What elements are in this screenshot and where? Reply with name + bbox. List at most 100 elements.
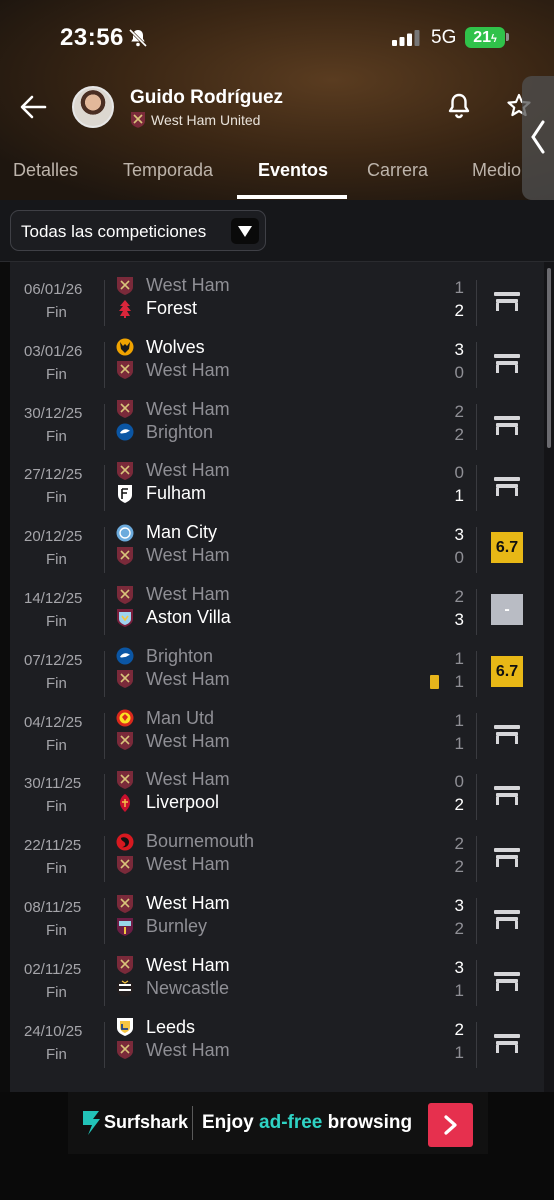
rating-divider: [476, 465, 477, 512]
home-score: 3: [454, 957, 464, 977]
match-status: Fin: [46, 304, 67, 321]
tab-eventos[interactable]: Eventos: [258, 160, 328, 181]
match-date: 14/12/25: [24, 590, 83, 607]
row-divider: [104, 527, 105, 574]
match-row[interactable]: 14/12/25 Fin West Ham Aston Villa 2 3 -: [10, 579, 544, 641]
home-team: Leeds: [116, 1017, 195, 1038]
ad-copy: Enjoy ad-free browsing: [202, 1112, 412, 1134]
row-divider: [104, 712, 105, 759]
match-row[interactable]: 20/12/25 Fin Man City West Ham 3 0 6.7: [10, 517, 544, 579]
home-team-name: West Ham: [146, 584, 230, 604]
match-row[interactable]: 22/11/25 Fin Bournemouth West Ham 2 2: [10, 826, 544, 888]
bell-off-icon: [128, 28, 148, 48]
rating-divider: [476, 898, 477, 944]
match-row[interactable]: 08/11/25 Fin West Ham Burnley 3 2: [10, 888, 544, 950]
west-ham-crest-icon: [117, 732, 133, 751]
brighton-crest-icon: [116, 647, 134, 665]
match-date: 04/12/25: [24, 713, 83, 731]
west-ham-crest-icon: [117, 855, 133, 874]
west-ham-crest-icon: [117, 1041, 133, 1060]
ad-cta-button[interactable]: [428, 1103, 473, 1147]
row-divider: [104, 403, 105, 450]
bench-icon: [494, 848, 520, 868]
match-row[interactable]: 30/11/25 Fin West Ham Liverpool 0 2: [10, 764, 544, 826]
away-score: 2: [454, 301, 464, 320]
list-scrollbar[interactable]: [544, 262, 554, 1092]
away-team: West Ham: [116, 545, 230, 566]
tab-medio[interactable]: Medio: [472, 160, 521, 181]
match-row[interactable]: 27/12/25 Fin West Ham Fulham 0 1: [10, 455, 544, 517]
home-team-name: West Ham: [146, 954, 230, 975]
wolves-crest-icon: [116, 338, 134, 356]
away-team: Liverpool: [116, 792, 219, 813]
newcastle-crest-icon: [116, 979, 134, 997]
rating-divider: [476, 836, 477, 883]
home-team-name: Man Utd: [146, 707, 215, 728]
player-rating-badge[interactable]: -: [491, 594, 523, 625]
match-row[interactable]: 03/01/26 Fin Wolves West Ham 3 0: [10, 332, 544, 394]
player-rating-badge[interactable]: 6.7: [491, 532, 523, 564]
home-score: 3: [454, 339, 464, 359]
dropdown-caret[interactable]: [231, 218, 259, 244]
match-row[interactable]: 07/12/25 Fin Brighton West Ham 1 1 6.7: [10, 641, 544, 703]
tab-temporada[interactable]: Temporada: [123, 160, 213, 181]
row-divider: [104, 280, 105, 326]
match-status: Fin: [46, 674, 67, 692]
back-arrow-icon[interactable]: [18, 92, 48, 122]
away-team: Aston Villa: [116, 607, 231, 628]
match-row[interactable]: 24/10/25 Fin Leeds West Ham 2 1: [10, 1012, 544, 1074]
match-row[interactable]: 06/01/26 Fin West Ham Forest 1 2: [10, 270, 544, 332]
network-type: 5G: [431, 27, 457, 48]
notification-bell-icon[interactable]: [446, 92, 472, 120]
home-team: West Ham: [116, 275, 230, 296]
west-ham-crest-icon: [117, 400, 133, 419]
brighton-crest-icon: [116, 423, 134, 441]
player-avatar: [72, 86, 114, 128]
away-team: Burnley: [116, 916, 207, 937]
home-team: West Ham: [116, 893, 230, 914]
leeds-crest-icon: [117, 1018, 133, 1037]
match-date: 24/10/25: [24, 1022, 83, 1040]
home-team-name: West Ham: [146, 769, 230, 790]
west-ham-crest-icon: [117, 770, 133, 789]
ad-banner[interactable]: Surfshark Enjoy ad-free browsing: [0, 1092, 554, 1200]
row-divider: [104, 898, 105, 944]
match-row[interactable]: 30/12/25 Fin West Ham Brighton 2 2: [10, 394, 544, 456]
match-status: Fin: [46, 1045, 67, 1063]
scrollbar-thumb[interactable]: [547, 268, 551, 448]
fulham-crest-icon: [118, 484, 132, 503]
away-team: Forest: [116, 298, 197, 319]
row-divider: [104, 341, 105, 388]
match-row[interactable]: 02/11/25 Fin West Ham Newcastle 3 1: [10, 950, 544, 1012]
home-team: West Ham: [116, 584, 230, 605]
battery-level: 21: [473, 29, 491, 46]
competition-filter-dropdown[interactable]: Todas las competiciones: [10, 210, 266, 251]
away-score: 1: [454, 733, 464, 753]
match-date: 03/01/26: [24, 342, 83, 360]
match-row[interactable]: 04/12/25 Fin Man Utd West Ham 1 1: [10, 703, 544, 765]
chevron-left-icon: [531, 120, 545, 154]
tab-detalles[interactable]: Detalles: [13, 160, 78, 181]
rating-divider: [476, 774, 477, 821]
ad-copy-part1: Enjoy: [202, 1112, 254, 1133]
west-ham-crest-icon: [117, 361, 133, 380]
match-list: 06/01/26 Fin West Ham Forest 1 2 03/01/2…: [10, 262, 544, 1092]
home-team: Bournemouth: [116, 831, 254, 852]
away-team: West Ham: [116, 360, 230, 381]
away-team-name: Aston Villa: [146, 607, 231, 627]
rating-divider: [476, 589, 477, 635]
bench-icon: [494, 415, 520, 435]
away-team: West Ham: [116, 1040, 230, 1061]
away-team-name: Burnley: [146, 916, 208, 936]
bench-icon: [494, 477, 520, 497]
tab-carrera[interactable]: Carrera: [367, 160, 428, 181]
row-divider: [104, 774, 105, 821]
match-date: 20/12/25: [24, 528, 83, 546]
home-score: 1: [454, 278, 464, 297]
player-rating-badge[interactable]: 6.7: [491, 655, 523, 687]
row-divider: [104, 836, 105, 883]
player-team[interactable]: West Ham United: [130, 111, 260, 128]
away-score: 0: [454, 362, 464, 382]
west-ham-crest-icon: [117, 276, 133, 295]
active-tab-indicator: [237, 195, 347, 199]
